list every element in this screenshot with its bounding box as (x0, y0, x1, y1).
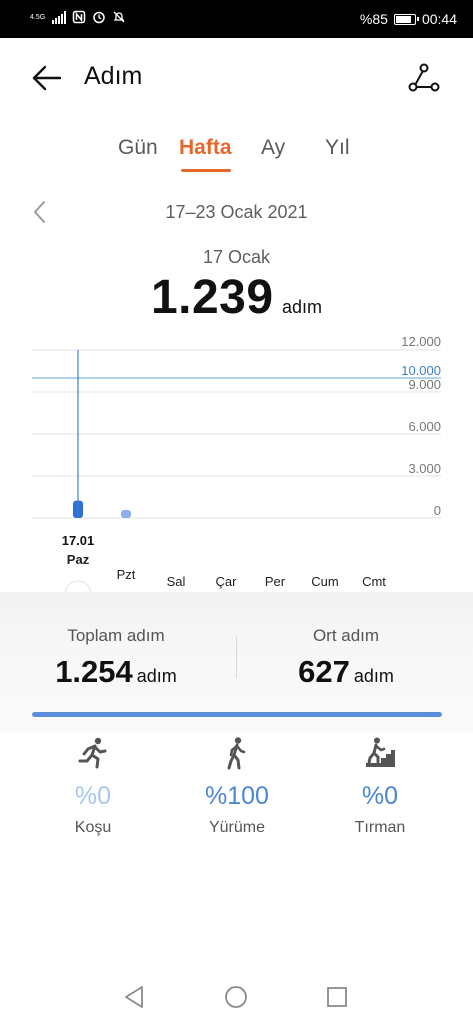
nav-recents-square-icon[interactable] (324, 984, 350, 1010)
activity-climbing: %0 Tırman (320, 736, 440, 837)
nfc-icon (72, 10, 86, 24)
summary-divider (236, 636, 237, 678)
tab-week[interactable]: Hafta (179, 136, 232, 160)
walking-label: Yürüme (208, 819, 266, 836)
battery-icon (393, 13, 419, 25)
y-tick-label: 6.000 (408, 419, 441, 434)
walking-icon (227, 737, 246, 770)
battery-percent: %85 (359, 11, 388, 27)
selected-date: 17 Ocak (202, 247, 271, 267)
steps-week-chart[interactable]: 0 3.000 6.000 9.000 12.000 10.000 Paz Pzt Sal Çar… (0, 330, 473, 600)
selected-steps-unit: adım (282, 297, 323, 317)
selected-day-label: 17.01 (62, 533, 95, 548)
running-label: Koşu (74, 819, 112, 836)
network-type: 4.5G (30, 13, 46, 21)
nav-back-triangle-icon[interactable] (122, 984, 148, 1010)
y-tick-label: 3.000 (408, 461, 441, 476)
goal-label: 10.000 (401, 363, 441, 378)
mute-icon (113, 11, 125, 23)
tab-month[interactable]: Ay (261, 136, 285, 160)
status-left: 4.5G (30, 10, 126, 24)
status-right: %85 00:44 (360, 11, 457, 27)
chart-bar (121, 510, 131, 518)
average-steps: Ort adım 627 adım (256, 626, 436, 690)
y-tick-label: 9.000 (408, 377, 441, 392)
activity-running: %0 Koşu (33, 736, 153, 837)
climbing-percent: %0 (361, 782, 399, 810)
system-nav-bar (0, 970, 473, 1024)
x-tick-label: Cum (311, 574, 338, 589)
arrow-left-icon[interactable] (28, 58, 68, 98)
x-tick-label: Paz (67, 552, 90, 567)
activity-walking: %100 Yürüme (177, 736, 297, 837)
page-title: Adım (84, 62, 143, 90)
selected-steps-value: 1.239 (150, 271, 274, 324)
status-bar: 4.5G %85 00:44 (0, 0, 473, 38)
running-icon (78, 737, 107, 769)
total-steps-label: Toplam adım (67, 626, 165, 645)
selected-steps: 1.239 adım (0, 270, 473, 325)
alarm-icon (93, 11, 105, 24)
y-tick-label: 12.000 (401, 334, 441, 349)
y-tick-label: 0 (434, 503, 441, 518)
clock: 00:44 (421, 11, 457, 27)
average-steps-unit: adım (353, 666, 394, 686)
period-tabs: Gün Hafta Ay Yıl (0, 136, 473, 176)
tab-day[interactable]: Gün (118, 136, 158, 160)
tab-active-indicator (181, 169, 231, 172)
x-tick-label: Per (265, 574, 286, 589)
tab-year[interactable]: Yıl (325, 136, 350, 160)
running-percent: %0 (74, 782, 112, 810)
date-range: 17–23 Ocak 2021 (165, 202, 308, 222)
total-steps: Toplam adım 1.254 adım (26, 626, 206, 690)
total-steps-unit: adım (136, 666, 177, 686)
total-steps-value: 1.254 (55, 654, 133, 689)
climbing-icon (366, 737, 395, 767)
nav-home-circle-icon[interactable] (223, 984, 249, 1010)
x-tick-label: Çar (216, 574, 238, 589)
x-tick-label: Sal (167, 574, 186, 589)
x-tick-label: Pzt (117, 567, 136, 582)
signal-icon (52, 10, 67, 24)
activity-progress-bar (32, 712, 442, 717)
walking-percent: %100 (205, 782, 269, 810)
climbing-label: Tırman (354, 819, 406, 836)
x-tick-label: Cmt (362, 574, 386, 589)
average-steps-label: Ort adım (312, 626, 380, 645)
app-header: Adım (0, 38, 473, 116)
average-steps-value: 627 (298, 654, 350, 689)
share-nodes-icon[interactable] (404, 58, 444, 98)
